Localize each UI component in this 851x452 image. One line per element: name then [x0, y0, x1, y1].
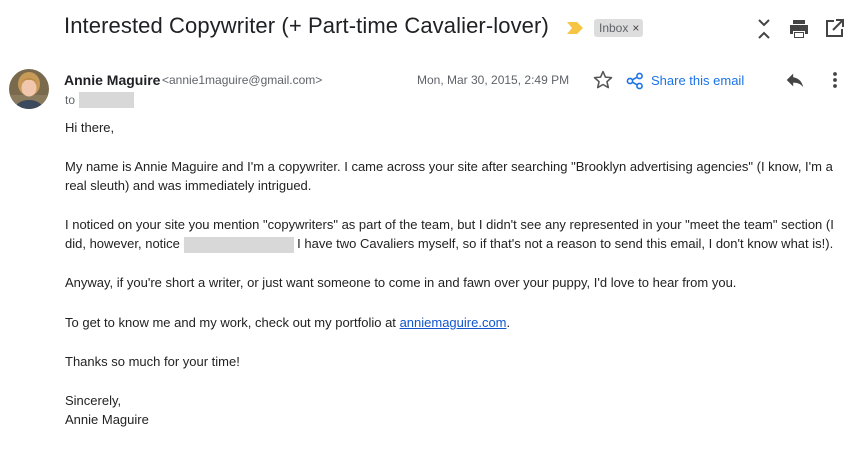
body-paragraph-1-line-2: real sleuth) and was immediately intrigu…: [65, 178, 312, 193]
recipient-label: to: [65, 93, 76, 107]
body-paragraph-4: To get to know me and my work, check out…: [65, 313, 510, 333]
star-icon[interactable]: [592, 69, 614, 91]
more-vert-icon[interactable]: [826, 69, 844, 91]
recipient-redacted[interactable]: [79, 92, 134, 108]
sender-avatar[interactable]: [9, 69, 49, 109]
open-new-window-icon[interactable]: [822, 17, 846, 41]
sender-email: <annie1maguire@gmail.com>: [162, 73, 323, 87]
share-email-link[interactable]: Share this email: [651, 73, 744, 88]
body-paragraph-2-line-1: I noticed on your site you mention "copy…: [65, 217, 834, 232]
body-signature: Annie Maguire: [65, 412, 149, 427]
body-paragraph-4-end: .: [506, 315, 511, 330]
email-subject: Interested Copywriter (+ Part-time Caval…: [64, 13, 549, 38]
inbox-label-text: Inbox: [599, 21, 629, 35]
message-date: Mon, Mar 30, 2015, 2:49 PM: [417, 73, 570, 87]
inbox-label-badge: Inbox ×: [594, 19, 644, 37]
portfolio-link[interactable]: anniemaguire.com: [400, 315, 507, 330]
body-paragraph-3: Anyway, if you're short a writer, or jus…: [65, 275, 737, 290]
remove-label-icon[interactable]: ×: [632, 21, 639, 35]
print-icon[interactable]: [787, 17, 811, 41]
important-marker-icon[interactable]: [567, 22, 583, 34]
body-paragraph-4-text: To get to know me and my work, check out…: [65, 315, 396, 330]
body-greeting: Hi there,: [65, 120, 115, 135]
redacted-text: [183, 236, 294, 253]
share-icon[interactable]: [626, 72, 644, 90]
body-closing: Sincerely,: [65, 393, 122, 408]
body-paragraph-5: Thanks so much for your time!: [65, 354, 240, 369]
body-paragraph-1-line-1: My name is Annie Maguire and I'm a copyw…: [65, 159, 833, 174]
body-paragraph-2-line-2: did, however, notice I have two Cavalier…: [65, 234, 833, 254]
expand-icon[interactable]: [752, 17, 776, 41]
body-paragraph-2-line-2-start: did, however, notice: [65, 236, 180, 251]
sender-name: Annie Maguire: [64, 72, 161, 88]
body-paragraph-2-line-2-end: I have two Cavaliers myself, so if that'…: [297, 236, 834, 251]
reply-icon[interactable]: [784, 69, 806, 91]
